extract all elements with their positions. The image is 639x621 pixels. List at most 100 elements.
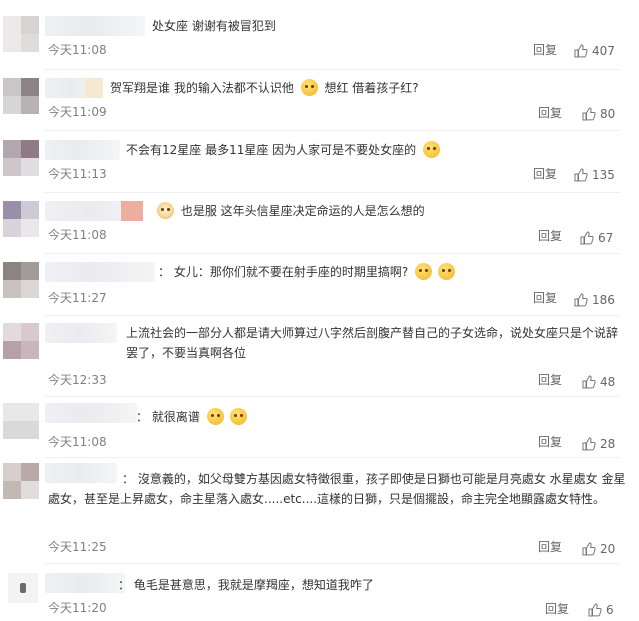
reply-button[interactable]: 回复 [538, 539, 562, 555]
reply-button[interactable]: 回复 [538, 372, 562, 388]
comment-time: 今天11:25 [48, 540, 107, 554]
like-button[interactable]: 80 [582, 106, 615, 122]
comment-item: 贺军翔是谁 我的输入法都不认识他 想红 借着孩子红? 今天11:09 回复 80 [0, 78, 639, 122]
comment-text-part: ： 沒意義的，如父母雙方基因處女特徵很重，孩子即使是日獅也可能是月亮處女 水星處… [48, 472, 626, 506]
comment-text: 处女座 谢谢有被冒犯到 [152, 19, 276, 33]
comment-text-part: ： 就很离谱 [136, 410, 200, 424]
avatar[interactable] [3, 16, 39, 52]
dog-emoji-icon [157, 202, 174, 219]
divider [45, 69, 620, 70]
face-emoji-icon [300, 79, 318, 96]
comment-text-part: 不会有12星座 最多11星座 因为人家可是不要处女座的 [126, 143, 417, 157]
avatar[interactable] [3, 262, 39, 298]
like-count: 28 [600, 437, 616, 451]
thumbs-up-icon [574, 293, 588, 307]
comment-item: ： 龟毛是甚意思，我就是摩羯座，想知道我咋了 今天11:20 回复 6 [0, 573, 639, 619]
comment-item: 不会有12星座 最多11星座 因为人家可是不要处女座的 今天11:13 回复 1… [0, 140, 639, 184]
surprised-face-icon [415, 263, 433, 280]
thumbs-up-icon [582, 437, 596, 451]
comment-time: 今天11:08 [48, 435, 107, 449]
avatar[interactable] [3, 140, 39, 176]
like-count: 407 [592, 44, 615, 58]
surprised-face-icon [438, 263, 456, 280]
reply-button[interactable]: 回复 [533, 166, 557, 182]
comment-text: ： 女儿：那你们就不要在射手座的时期里搞啊? [158, 262, 458, 282]
like-count: 6 [606, 603, 614, 617]
username[interactable] [45, 573, 125, 593]
thumbs-up-icon [582, 375, 596, 389]
divider [45, 192, 620, 193]
avatar[interactable] [3, 403, 39, 439]
comment-time: 今天11:13 [48, 167, 107, 181]
thumbs-up-icon [588, 603, 602, 617]
comment-item: 处女座 谢谢有被冒犯到 今天11:08 回复 407 [0, 16, 639, 62]
face-emoji-icon [423, 141, 440, 158]
like-button[interactable]: 407 [574, 43, 615, 59]
comment-item: 上流社会的一部分人都是请大师算过八字然后剖腹产替自己的子女选命，说处女座只是个说… [0, 323, 639, 390]
comment-item: ： 沒意義的，如父母雙方基因處女特徵很重，孩子即使是日獅也可能是月亮處女 水星處… [0, 463, 639, 556]
avatar[interactable] [3, 201, 39, 237]
username[interactable] [45, 262, 155, 282]
like-count: 80 [600, 107, 616, 121]
sweat-smile-icon [229, 408, 247, 425]
comment-text: 也是服 这年头信星座决定命运的人是怎么想的 [154, 201, 425, 221]
comment-text: ： 龟毛是甚意思，我就是摩羯座，想知道我咋了 [118, 578, 374, 592]
comment-text-part: 也是服 这年头信星座决定命运的人是怎么想的 [180, 204, 425, 218]
like-button[interactable]: 6 [588, 602, 614, 618]
avatar[interactable] [3, 78, 39, 114]
reply-button[interactable]: 回复 [545, 601, 569, 617]
divider [45, 396, 620, 397]
comment-time: 今天11:27 [48, 291, 107, 305]
comment-text-part: ： 女儿：那你们就不要在射手座的时期里搞啊? [158, 265, 409, 279]
reply-button[interactable]: 回复 [533, 290, 557, 306]
comment-item: ： 就很离谱 今天11:08 回复 28 [0, 403, 639, 451]
username[interactable] [45, 201, 143, 221]
like-button[interactable]: 135 [574, 167, 615, 183]
thumbs-up-icon [574, 168, 588, 182]
reply-button[interactable]: 回复 [533, 42, 557, 58]
comment-item: 也是服 这年头信星座决定命运的人是怎么想的 今天11:08 回复 67 [0, 201, 639, 245]
like-count: 48 [600, 375, 616, 389]
divider [45, 563, 620, 564]
like-count: 20 [600, 542, 616, 556]
comment-text: 贺军翔是谁 我的输入法都不认识他 想红 借着孩子红? [110, 78, 419, 98]
username[interactable] [45, 323, 117, 343]
comment-time: 今天11:08 [48, 43, 107, 57]
username[interactable] [45, 16, 145, 36]
comment-item: ： 女儿：那你们就不要在射手座的时期里搞啊? 今天11:27 回复 186 [0, 262, 639, 308]
comment-text: ： 就很离谱 [136, 407, 250, 427]
reply-button[interactable]: 回复 [538, 434, 562, 450]
username[interactable] [45, 78, 103, 98]
like-count: 135 [592, 168, 615, 182]
comment-time: 今天11:08 [48, 228, 107, 242]
like-count: 67 [598, 231, 614, 245]
like-button[interactable]: 186 [574, 292, 615, 308]
reply-button[interactable]: 回复 [538, 105, 562, 121]
like-button[interactable]: 48 [582, 374, 615, 390]
thumbs-up-icon [580, 231, 594, 245]
divider [45, 457, 620, 458]
reply-button[interactable]: 回复 [538, 228, 562, 244]
comment-text-part: 想红 借着孩子红? [324, 81, 419, 95]
like-button[interactable]: 28 [582, 436, 615, 452]
divider [45, 253, 620, 254]
comment-text: 上流社会的一部分人都是请大师算过八字然后剖腹产替自己的子女选命，说处女座只是个说… [126, 326, 619, 360]
comment-text-part: 贺军翔是谁 我的输入法都不认识他 [110, 81, 294, 95]
divider [45, 315, 620, 316]
comment-time: 今天12:33 [48, 373, 107, 387]
avatar[interactable] [3, 463, 39, 499]
comment-text: 不会有12星座 最多11星座 因为人家可是不要处女座的 [126, 140, 443, 160]
thumbs-up-icon [582, 542, 596, 556]
like-button[interactable]: 20 [582, 541, 615, 557]
username[interactable] [45, 140, 120, 160]
sweat-smile-icon [206, 408, 224, 425]
like-count: 186 [592, 293, 615, 307]
like-button[interactable]: 67 [580, 230, 613, 246]
thumbs-up-icon [574, 44, 588, 58]
avatar[interactable] [8, 573, 38, 603]
divider [45, 130, 620, 131]
comment-time: 今天11:20 [48, 601, 107, 615]
comment-time: 今天11:09 [48, 105, 107, 119]
username[interactable] [45, 403, 137, 423]
avatar[interactable] [3, 323, 39, 359]
